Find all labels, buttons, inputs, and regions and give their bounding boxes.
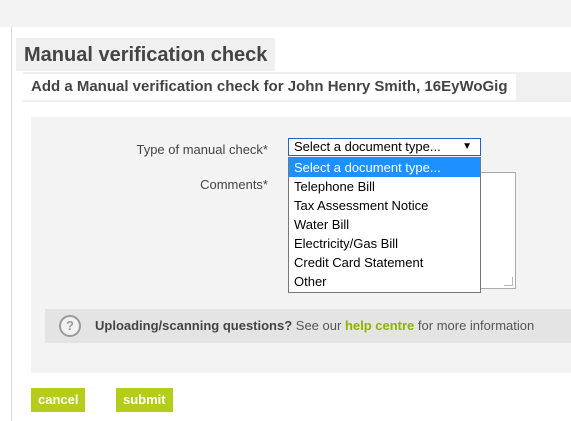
dropdown-option[interactable]: Select a document type... <box>289 158 480 177</box>
dropdown-option[interactable]: Other <box>289 272 480 291</box>
dropdown-option[interactable]: Tax Assessment Notice <box>289 196 480 215</box>
question-icon: ? <box>59 315 81 337</box>
document-type-select[interactable]: Select a document type... ▼ <box>288 138 481 156</box>
page-subtitle: Add a Manual verification check for John… <box>23 74 516 100</box>
comments-label: Comments* <box>200 177 268 192</box>
info-text-after: for more information <box>414 318 535 333</box>
help-centre-link[interactable]: help centre <box>345 318 414 333</box>
select-current-value: Select a document type... <box>294 139 441 154</box>
dropdown-option[interactable]: Electricity/Gas Bill <box>289 234 480 253</box>
dropdown-option[interactable]: Telephone Bill <box>289 177 480 196</box>
info-text: Uploading/scanning questions? See our he… <box>95 318 534 334</box>
info-text-before: See our <box>292 318 345 333</box>
dropdown-arrow-icon: ▼ <box>462 141 472 152</box>
resize-grip-icon[interactable] <box>504 277 513 286</box>
subtitle-bar: Add a Manual verification check for John… <box>23 72 571 102</box>
submit-button[interactable]: submit <box>116 388 173 412</box>
page-title: Manual verification check <box>16 38 276 71</box>
top-bar <box>0 0 571 27</box>
document-type-dropdown: Select a document type... Telephone Bill… <box>288 157 481 293</box>
cancel-button[interactable]: cancel <box>31 388 86 412</box>
type-of-check-label: Type of manual check* <box>136 142 268 157</box>
help-info-bar: ? Uploading/scanning questions? See our … <box>45 309 571 343</box>
dropdown-option[interactable]: Credit Card Statement <box>289 253 480 272</box>
dropdown-option[interactable]: Water Bill <box>289 215 480 234</box>
info-question: Uploading/scanning questions? <box>95 318 293 333</box>
